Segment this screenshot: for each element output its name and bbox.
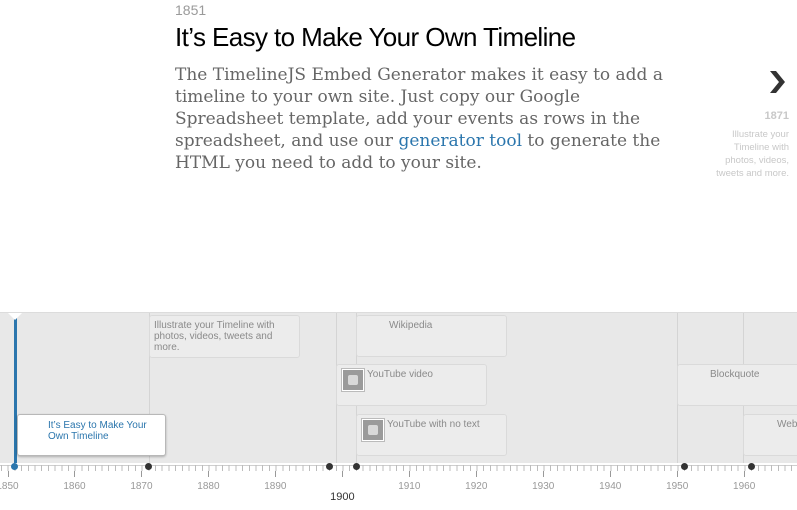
flag-label: Webs xyxy=(777,419,797,430)
video-thumbnail-icon xyxy=(341,368,365,392)
event-marker-dot[interactable] xyxy=(680,463,688,470)
flag-illustrate[interactable]: Illustrate your Timeline with photos, vi… xyxy=(149,315,300,358)
flag-label: Blockquote xyxy=(710,369,760,380)
ruler-year-label: 1880 xyxy=(197,481,220,492)
ruler-year-label: 1930 xyxy=(532,481,555,492)
ruler-tick xyxy=(610,471,612,477)
ruler-year-label: 1890 xyxy=(264,481,287,492)
ruler-tick xyxy=(744,471,746,477)
next-slide-button[interactable]: 1871 Illustrate your Timeline with photo… xyxy=(712,62,797,187)
flag-easy-timeline[interactable]: It’s Easy to Make Your Own Timeline xyxy=(17,414,166,456)
flag-label: It’s Easy to Make Your Own Timeline xyxy=(48,420,147,442)
ruler-tick xyxy=(543,471,545,477)
flag-wikipedia[interactable]: Wikipedia xyxy=(356,315,507,357)
slide-date: 1851 xyxy=(175,2,207,18)
slide-headline: It’s Easy to Make Your Own Timeline xyxy=(175,22,576,52)
flag-youtube-video[interactable]: YouTube video xyxy=(336,364,487,406)
next-slide-text: Illustrate your Timeline with photos, vi… xyxy=(716,129,789,179)
ruler-tick xyxy=(342,471,344,477)
flag-label: Illustrate your Timeline with photos, vi… xyxy=(154,320,275,353)
ruler-year-label: 1860 xyxy=(63,481,86,492)
ruler-tick xyxy=(476,471,478,477)
event-marker-dot[interactable] xyxy=(325,463,333,470)
event-marker-dot[interactable] xyxy=(352,463,360,470)
ruler-tick xyxy=(275,471,277,477)
flag-label: Wikipedia xyxy=(389,320,433,331)
flag-blockquote[interactable]: Blockquote xyxy=(677,364,797,406)
slide-text: The TimelineJS Embed Generator makes it … xyxy=(175,64,680,174)
ruler-year-label: 1950 xyxy=(666,481,689,492)
ruler-tick xyxy=(7,471,9,477)
ruler-tick xyxy=(208,471,210,477)
flag-label: YouTube with no text xyxy=(387,419,480,430)
flag-label: YouTube video xyxy=(367,369,433,380)
ruler-year-label: 1940 xyxy=(599,481,622,492)
ruler-year-label: 1960 xyxy=(733,481,756,492)
ruler-year-label: 1850 xyxy=(0,481,19,492)
ruler-year-label: 1920 xyxy=(465,481,488,492)
video-thumbnail-icon xyxy=(361,418,385,442)
slide: 1851 It’s Easy to Make Your Own Timeline… xyxy=(0,0,797,312)
ruler-tick xyxy=(409,471,411,477)
next-slide-date: 1871 xyxy=(764,110,789,122)
flag-youtube-no-text[interactable]: YouTube with no text xyxy=(356,414,507,456)
ruler-year-label: 1870 xyxy=(130,481,153,492)
ruler-tick xyxy=(677,471,679,477)
timeline-nav[interactable]: It’s Easy to Make Your Own Timeline Illu… xyxy=(0,312,797,510)
chevron-right-icon xyxy=(770,71,785,93)
ruler-tick xyxy=(141,471,143,477)
generator-tool-link[interactable]: generator tool xyxy=(398,131,522,151)
ruler-tick xyxy=(74,471,76,477)
ruler-year-label: 1910 xyxy=(398,481,421,492)
flag-websites[interactable]: Webs xyxy=(743,414,797,456)
ruler-year-label: 1900 xyxy=(330,491,355,503)
event-marker-dot[interactable] xyxy=(747,463,755,470)
marker-notch xyxy=(8,313,22,320)
